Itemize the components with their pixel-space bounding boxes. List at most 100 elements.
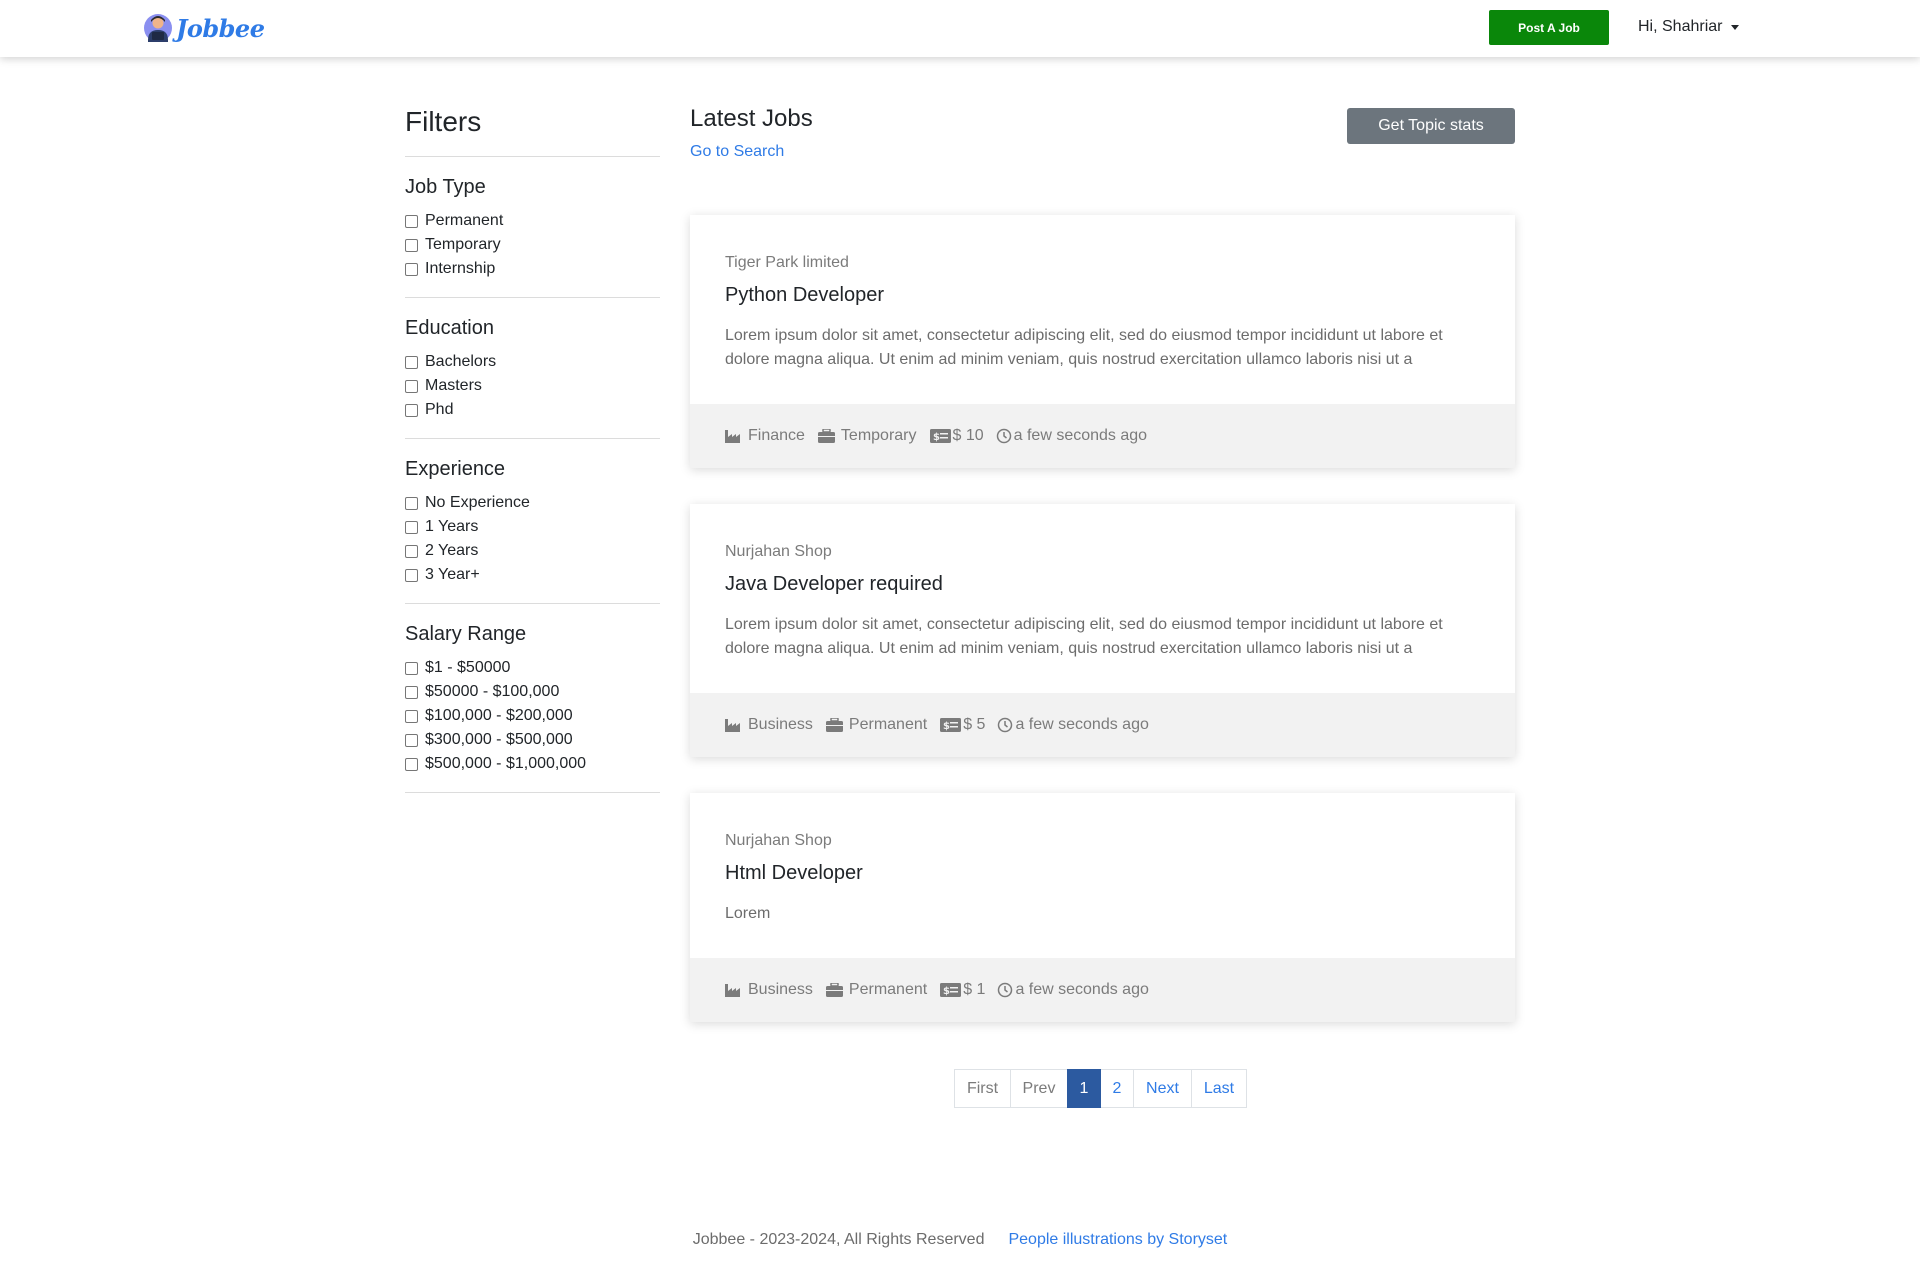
post-job-button[interactable]: Post A Job xyxy=(1489,10,1609,45)
job-type: Permanent xyxy=(825,981,927,999)
money-icon: $ xyxy=(929,429,951,443)
filter-option-label: Permanent xyxy=(425,212,504,229)
checkbox[interactable] xyxy=(405,757,418,771)
filter-option-phd[interactable]: Phd xyxy=(405,398,660,422)
job-salary-label: $ 10 xyxy=(952,427,984,444)
filter-option-2-years[interactable]: 2 Years xyxy=(405,539,660,563)
job-card[interactable]: Nurjahan Shop Html Developer Lorem Busin… xyxy=(690,793,1515,1022)
pagination: First Prev 1 2 Next Last xyxy=(954,1069,1247,1108)
pagination-page-1[interactable]: 1 xyxy=(1067,1069,1101,1108)
checkbox[interactable] xyxy=(405,262,418,276)
checkbox[interactable] xyxy=(405,661,418,675)
job-card[interactable]: Nurjahan Shop Java Developer required Lo… xyxy=(690,504,1515,757)
svg-text:$: $ xyxy=(943,721,950,732)
job-title[interactable]: Python Developer xyxy=(725,284,884,307)
filter-option-label: $300,000 - $500,000 xyxy=(425,731,573,748)
filter-option-masters[interactable]: Masters xyxy=(405,374,660,398)
job-posted: a few seconds ago xyxy=(997,716,1149,734)
checkbox[interactable] xyxy=(405,379,418,393)
filter-option-salary-3[interactable]: $100,000 - $200,000 xyxy=(405,704,660,728)
job-type: Permanent xyxy=(825,716,928,734)
checkbox[interactable] xyxy=(405,685,418,699)
filter-option-label: 1 Years xyxy=(425,518,479,535)
job-title[interactable]: Html Developer xyxy=(725,862,863,885)
pagination-next[interactable]: Next xyxy=(1133,1069,1192,1108)
job-type: Temporary xyxy=(817,427,917,445)
footer-credit-link[interactable]: People illustrations by Storyset xyxy=(1008,1231,1227,1249)
job-title[interactable]: Java Developer required xyxy=(725,573,943,596)
checkbox[interactable] xyxy=(405,568,418,582)
filter-option-label: No Experience xyxy=(425,494,530,511)
filter-option-internship[interactable]: Internship xyxy=(405,257,660,281)
filter-option-temporary[interactable]: Temporary xyxy=(405,233,660,257)
industry-icon xyxy=(725,430,740,443)
get-topic-stats-button[interactable]: Get Topic stats xyxy=(1347,108,1515,144)
caret-down-icon xyxy=(1731,24,1740,30)
user-menu-dropdown[interactable]: Hi, Shahriar xyxy=(1638,18,1740,36)
filter-option-label: Internship xyxy=(425,260,496,277)
job-meta-footer: Finance Temporary $ $ 10 a few seconds a… xyxy=(690,404,1515,468)
filter-option-permanent[interactable]: Permanent xyxy=(405,209,660,233)
filter-option-1-years[interactable]: 1 Years xyxy=(405,515,660,539)
money-icon: $ xyxy=(940,983,962,997)
job-company: Nurjahan Shop xyxy=(725,543,832,560)
job-industry: Business xyxy=(725,981,813,999)
checkbox[interactable] xyxy=(405,403,418,417)
filter-option-label: Bachelors xyxy=(425,353,497,370)
filter-option-no-experience[interactable]: No Experience xyxy=(405,491,660,515)
filter-option-label: 2 Years xyxy=(425,542,479,559)
filter-option-salary-2[interactable]: $50000 - $100,000 xyxy=(405,680,660,704)
brand-logo-link[interactable]: Jobbee xyxy=(143,12,265,44)
job-meta-footer: Business Permanent $ $ 1 a few seconds a… xyxy=(690,958,1515,1022)
pagination-page-2[interactable]: 2 xyxy=(1100,1069,1134,1108)
filter-group-job-type: Job Type Permanent Temporary Internship xyxy=(405,157,660,297)
filter-option-label: Masters xyxy=(425,377,482,394)
filter-option-salary-4[interactable]: $300,000 - $500,000 xyxy=(405,728,660,752)
checkbox[interactable] xyxy=(405,238,418,252)
briefcase-icon xyxy=(825,983,843,997)
go-to-search-link[interactable]: Go to Search xyxy=(690,143,784,161)
filter-option-salary-1[interactable]: $1 - $50000 xyxy=(405,656,660,680)
job-posted-label: a few seconds ago xyxy=(1015,716,1149,733)
footer-copyright: Jobbee - 2023-2024, All Rights Reserved xyxy=(692,1231,985,1248)
clock-icon xyxy=(996,428,1011,444)
job-card[interactable]: Tiger Park limited Python Developer Lore… xyxy=(690,215,1515,468)
checkbox[interactable] xyxy=(405,544,418,558)
job-posted: a few seconds ago xyxy=(996,427,1147,445)
job-description: Lorem xyxy=(725,905,771,922)
checkbox[interactable] xyxy=(405,520,418,534)
filter-option-label: $500,000 - $1,000,000 xyxy=(425,755,587,772)
checkbox[interactable] xyxy=(405,709,418,723)
job-industry-label: Business xyxy=(748,981,813,998)
filter-option-3-years-plus[interactable]: 3 Year+ xyxy=(405,563,660,587)
industry-icon xyxy=(725,984,740,997)
checkbox[interactable] xyxy=(405,214,418,228)
filter-option-bachelors[interactable]: Bachelors xyxy=(405,350,660,374)
page-title: Latest Jobs xyxy=(690,105,813,132)
filter-option-label: $100,000 - $200,000 xyxy=(425,707,573,724)
divider xyxy=(405,792,660,793)
checkbox[interactable] xyxy=(405,496,418,510)
filter-option-label: $1 - $50000 xyxy=(425,659,511,676)
checkbox[interactable] xyxy=(405,733,418,747)
pagination-last[interactable]: Last xyxy=(1191,1069,1247,1108)
filter-group-salary-range: Salary Range $1 - $50000 $50000 - $100,0… xyxy=(405,604,660,792)
filter-group-title: Salary Range xyxy=(405,623,527,645)
filter-option-label: $50000 - $100,000 xyxy=(425,683,560,700)
filter-group-education: Education Bachelors Masters Phd xyxy=(405,298,660,438)
clock-icon xyxy=(998,717,1013,733)
checkbox[interactable] xyxy=(405,355,418,369)
filter-option-salary-5[interactable]: $500,000 - $1,000,000 xyxy=(405,752,660,776)
pagination-first[interactable]: First xyxy=(954,1069,1011,1108)
job-description: Lorem ipsum dolor sit amet, consectetur … xyxy=(725,327,1443,368)
briefcase-icon xyxy=(817,429,835,443)
job-industry: Finance xyxy=(725,427,805,445)
svg-text:$: $ xyxy=(933,432,940,443)
job-industry-label: Business xyxy=(748,716,813,733)
job-type-label: Permanent xyxy=(848,716,928,733)
svg-text:$: $ xyxy=(943,986,950,997)
industry-icon xyxy=(725,719,740,732)
pagination-prev[interactable]: Prev xyxy=(1010,1069,1068,1108)
user-greeting: Hi, Shahriar xyxy=(1638,18,1723,35)
filter-group-title: Job Type xyxy=(405,176,486,198)
